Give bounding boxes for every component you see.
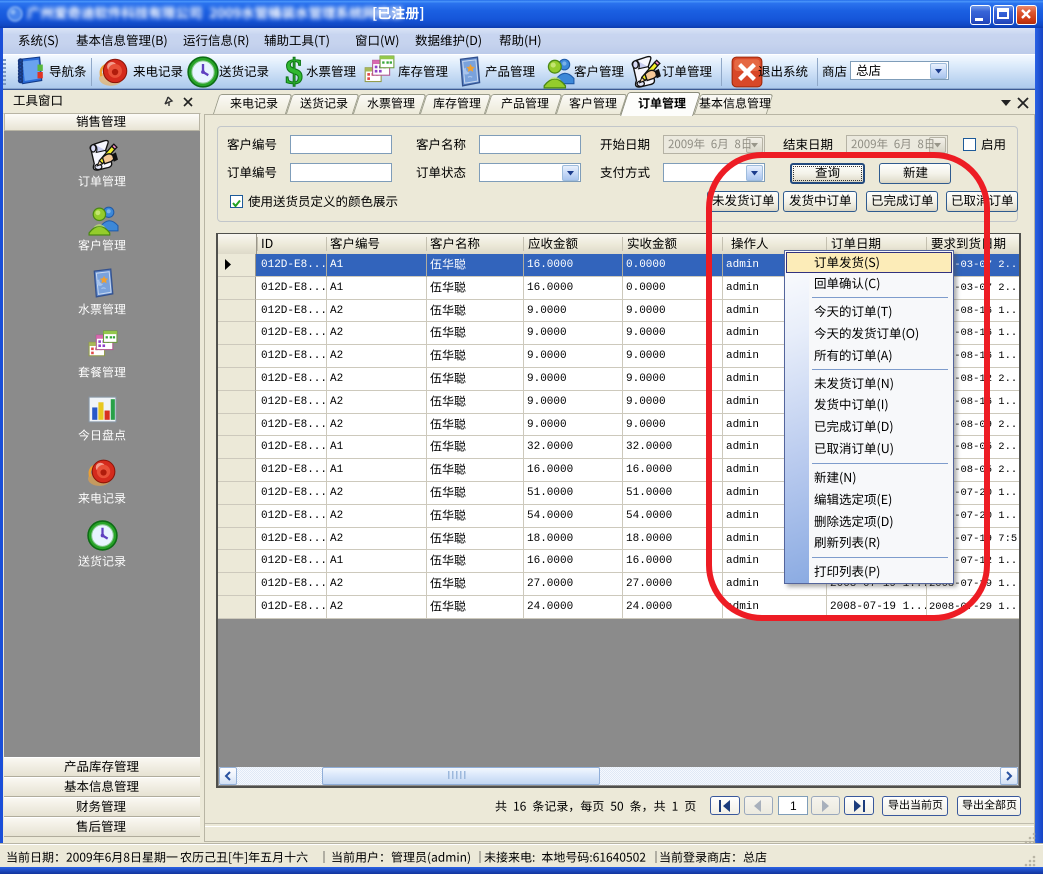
- svg-text:$: $: [285, 55, 303, 89]
